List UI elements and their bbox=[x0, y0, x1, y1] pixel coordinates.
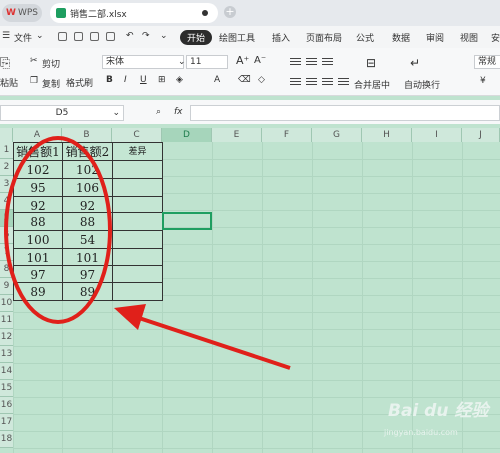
annotation-arrow-head bbox=[114, 304, 146, 330]
highlight-circle bbox=[4, 136, 112, 324]
baidu-watermark: Bai du 经验 bbox=[388, 401, 489, 421]
annotation-arrow-line bbox=[135, 315, 291, 370]
baidu-watermark-url: jingyan.baidu.com bbox=[384, 428, 458, 437]
annotation-overlay bbox=[4, 136, 291, 370]
